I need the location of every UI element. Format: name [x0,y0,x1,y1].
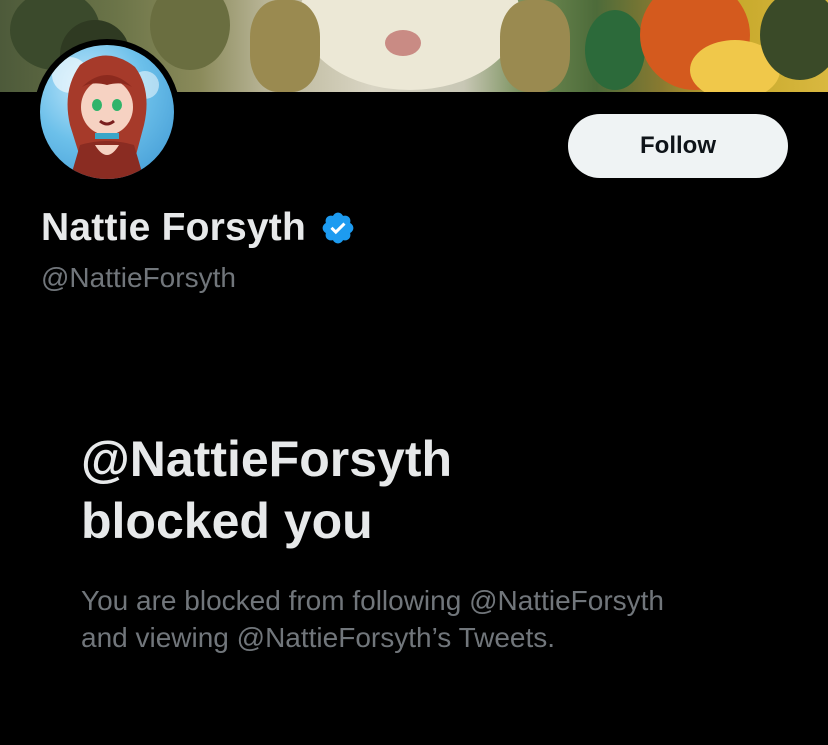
verified-badge-icon[interactable] [320,210,356,246]
blocked-description-line-2: and viewing @NattieForsyth’s Tweets. [81,622,556,653]
blocked-heading-line-1: @NattieForsyth [81,431,453,487]
blocked-description: You are blocked from following @NattieFo… [81,582,801,656]
blocked-heading: @NattieForsyth blocked you [81,428,781,552]
profile-handle: @NattieForsyth [41,262,236,293]
avatar-image [52,55,159,179]
follow-button[interactable]: Follow [568,114,788,178]
blocked-heading-line-2: blocked you [81,493,373,549]
profile-name-row: Nattie Forsyth [41,204,356,252]
display-name: Nattie Forsyth [41,206,307,249]
avatar[interactable] [40,45,174,179]
blocked-description-line-1: You are blocked from following @NattieFo… [81,585,664,616]
